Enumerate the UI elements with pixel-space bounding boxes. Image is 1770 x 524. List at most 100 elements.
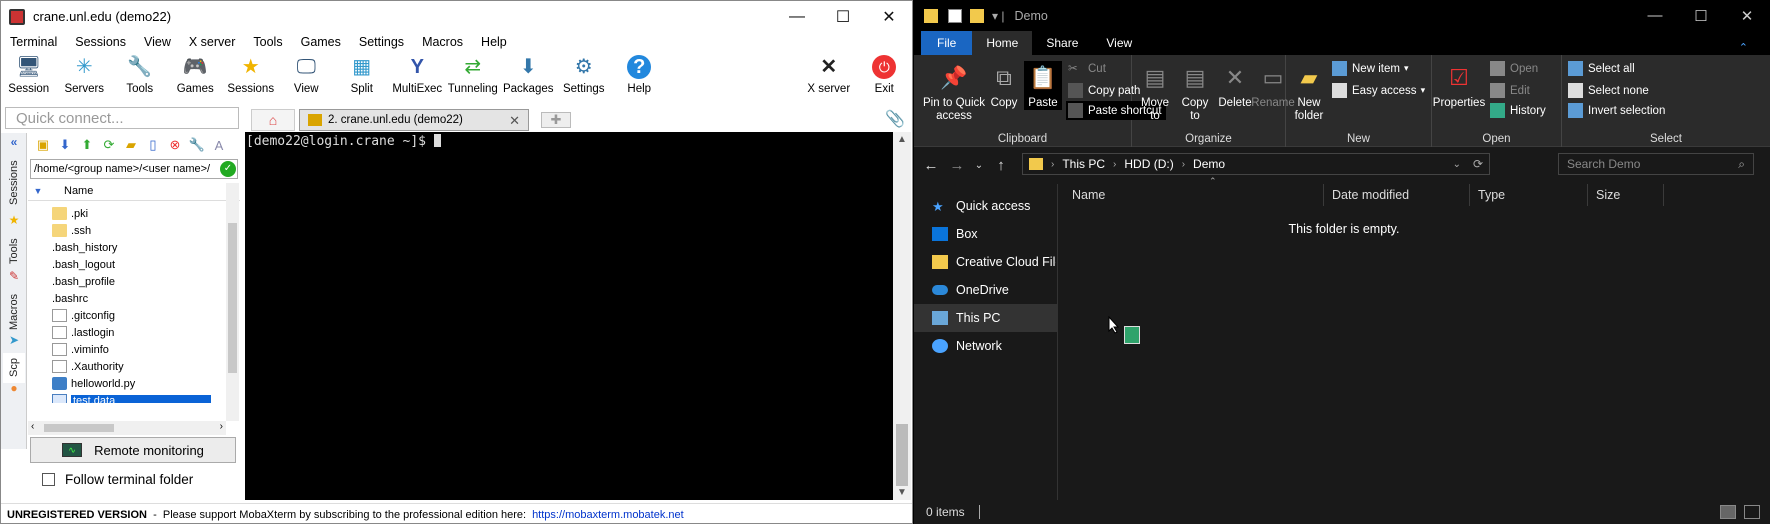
file-row[interactable]: .pki xyxy=(28,205,226,222)
menu-settings[interactable]: Settings xyxy=(350,35,413,49)
session-tab-active[interactable]: 2. crane.unl.edu (demo22) ✕ xyxy=(299,109,529,131)
menu-terminal[interactable]: Terminal xyxy=(1,35,66,49)
new-folder-quick-icon[interactable] xyxy=(970,8,984,23)
breadcrumb-hdd[interactable]: HDD (D:) xyxy=(1124,157,1173,171)
parent-folder-icon[interactable]: ▣ xyxy=(32,137,54,153)
scp-path-input[interactable]: /home/<group name>/<user name>/ ✓ xyxy=(30,159,238,179)
menu-games[interactable]: Games xyxy=(292,35,350,49)
file-row-selected[interactable]: test.data xyxy=(28,392,226,403)
new-folder-button[interactable]: ▰ New folder xyxy=(1290,61,1328,123)
tab-home[interactable]: Home xyxy=(972,31,1033,55)
follow-checkbox[interactable] xyxy=(42,473,55,486)
edit-button[interactable]: Edit xyxy=(1490,83,1530,98)
col-name[interactable]: Name xyxy=(1064,184,1324,206)
nav-box[interactable]: Box xyxy=(926,220,1056,248)
refresh-icon[interactable]: ⟳ xyxy=(1473,157,1483,171)
breadcrumb-this-pc[interactable]: This PC xyxy=(1062,157,1105,171)
nav-onedrive[interactable]: OneDrive xyxy=(926,276,1056,304)
servers-button[interactable]: ✳ Servers xyxy=(57,52,113,104)
cut-button[interactable]: ✂ Cut xyxy=(1068,61,1106,76)
menu-view[interactable]: View xyxy=(135,35,180,49)
scp-horizontal-scrollbar[interactable]: ‹ › xyxy=(28,421,226,435)
nav-this-pc[interactable]: This PC xyxy=(914,304,1058,332)
breadcrumb-demo[interactable]: Demo xyxy=(1193,157,1225,171)
new-folder-icon[interactable]: ▰ xyxy=(120,137,142,153)
sessions-side-tab[interactable]: Sessions xyxy=(3,155,25,211)
properties-quick-icon[interactable] xyxy=(948,8,962,23)
settings-button[interactable]: ⚙ Settings xyxy=(556,52,612,104)
file-row[interactable]: helloworld.py xyxy=(28,375,226,392)
close-button[interactable]: ✕ xyxy=(1724,0,1770,31)
customize-qat-icon[interactable]: ▾ | xyxy=(992,9,1004,23)
games-button[interactable]: 🎮 Games xyxy=(168,52,224,104)
upload-icon[interactable]: ⬆ xyxy=(76,137,98,153)
exit-button[interactable]: ⏻ Exit xyxy=(857,52,913,104)
address-bar[interactable]: › This PC › HDD (D:) › Demo ⌄ ⟳ xyxy=(1022,153,1490,175)
refresh-icon[interactable]: ⟳ xyxy=(98,137,120,153)
menu-tools[interactable]: Tools xyxy=(244,35,291,49)
wrench-icon[interactable]: 🔧 xyxy=(186,137,208,153)
new-tab-button[interactable]: ✚ xyxy=(541,112,571,128)
menu-sessions[interactable]: Sessions xyxy=(66,35,135,49)
recent-locations-button[interactable]: ⌄ xyxy=(970,160,988,171)
delete-icon[interactable]: ⊗ xyxy=(164,137,186,153)
maximize-button[interactable]: ☐ xyxy=(1678,0,1724,31)
nav-creative-cloud[interactable]: Creative Cloud Files xyxy=(926,248,1056,276)
tab-view[interactable]: View xyxy=(1092,31,1146,55)
new-item-button[interactable]: New item ▾ xyxy=(1332,61,1408,76)
move-to-button[interactable]: ▤ Move to xyxy=(1136,61,1174,123)
col-date-modified[interactable]: Date modified xyxy=(1324,184,1470,206)
open-button[interactable]: Open xyxy=(1490,61,1538,76)
follow-terminal-folder[interactable]: Follow terminal folder xyxy=(42,472,193,487)
tab-file[interactable]: File xyxy=(921,31,973,55)
scp-column-header[interactable]: ▼ Name xyxy=(28,181,240,201)
mobatek-link[interactable]: https://mobaxterm.mobatek.net xyxy=(532,509,684,521)
xserver-button[interactable]: ✕ X server xyxy=(801,52,857,104)
terminal[interactable]: [demo22@login.crane ~]$ xyxy=(245,132,893,500)
pin-quick-access-button[interactable]: 📌 Pin to Quick access xyxy=(922,61,986,123)
sessions-button[interactable]: ★ Sessions xyxy=(223,52,279,104)
easy-access-button[interactable]: Easy access ▾ xyxy=(1332,83,1425,98)
history-button[interactable]: History xyxy=(1490,103,1546,118)
file-row[interactable]: .viminfo xyxy=(28,341,226,358)
attachment-icon[interactable]: 📎 xyxy=(885,109,905,129)
select-all-button[interactable]: Select all xyxy=(1568,61,1635,76)
properties-button[interactable]: ☑ Properties xyxy=(1432,61,1486,110)
maximize-button[interactable]: ☐ xyxy=(820,1,866,32)
file-row[interactable]: .gitconfig xyxy=(28,307,226,324)
up-button[interactable]: ↑ xyxy=(988,157,1014,174)
menu-xserver[interactable]: X server xyxy=(180,35,245,49)
scp-vertical-scrollbar[interactable] xyxy=(226,183,239,421)
new-file-icon[interactable]: ▯ xyxy=(142,137,164,153)
macros-side-tab[interactable]: Macros xyxy=(3,289,25,335)
copy-button[interactable]: ⧉ Copy xyxy=(986,61,1022,110)
check-icon[interactable]: ✓ xyxy=(220,161,236,177)
tools-button[interactable]: 🔧 Tools xyxy=(112,52,168,104)
menu-macros[interactable]: Macros xyxy=(413,35,472,49)
packages-button[interactable]: ⬇ Packages xyxy=(501,52,557,104)
home-tab[interactable]: ⌂ xyxy=(251,109,295,131)
session-button[interactable]: 🖥 Session xyxy=(1,52,57,104)
file-row[interactable]: .Xauthority xyxy=(28,358,226,375)
tunneling-button[interactable]: ⇄ Tunneling xyxy=(445,52,501,104)
minimize-button[interactable]: — xyxy=(774,1,820,32)
text-icon[interactable]: A xyxy=(208,138,230,153)
tools-side-tab[interactable]: Tools xyxy=(3,231,25,271)
paste-button[interactable]: 📋 Paste xyxy=(1024,61,1062,110)
delete-button[interactable]: ✕ Delete xyxy=(1216,61,1254,110)
collapse-icon[interactable]: « xyxy=(7,135,21,149)
split-button[interactable]: ▦ Split xyxy=(334,52,390,104)
explorer-title-bar[interactable]: ▾ | Demo — ☐ ✕ xyxy=(914,0,1770,31)
copy-path-button[interactable]: Copy path xyxy=(1068,83,1140,98)
file-row[interactable]: .lastlogin xyxy=(28,324,226,341)
tab-share[interactable]: Share xyxy=(1032,31,1092,55)
file-row[interactable]: .bash_profile xyxy=(28,273,226,290)
invert-selection-button[interactable]: Invert selection xyxy=(1568,103,1665,118)
col-type[interactable]: Type xyxy=(1470,184,1588,206)
file-row[interactable]: .bashrc xyxy=(28,290,226,307)
chevron-down-icon[interactable]: ⌄ xyxy=(1453,159,1461,170)
scp-side-tab[interactable]: Scp xyxy=(3,353,25,383)
forward-button[interactable]: → xyxy=(944,157,970,174)
back-button[interactable]: ← xyxy=(918,157,944,174)
copy-to-button[interactable]: ▤ Copy to xyxy=(1176,61,1214,123)
